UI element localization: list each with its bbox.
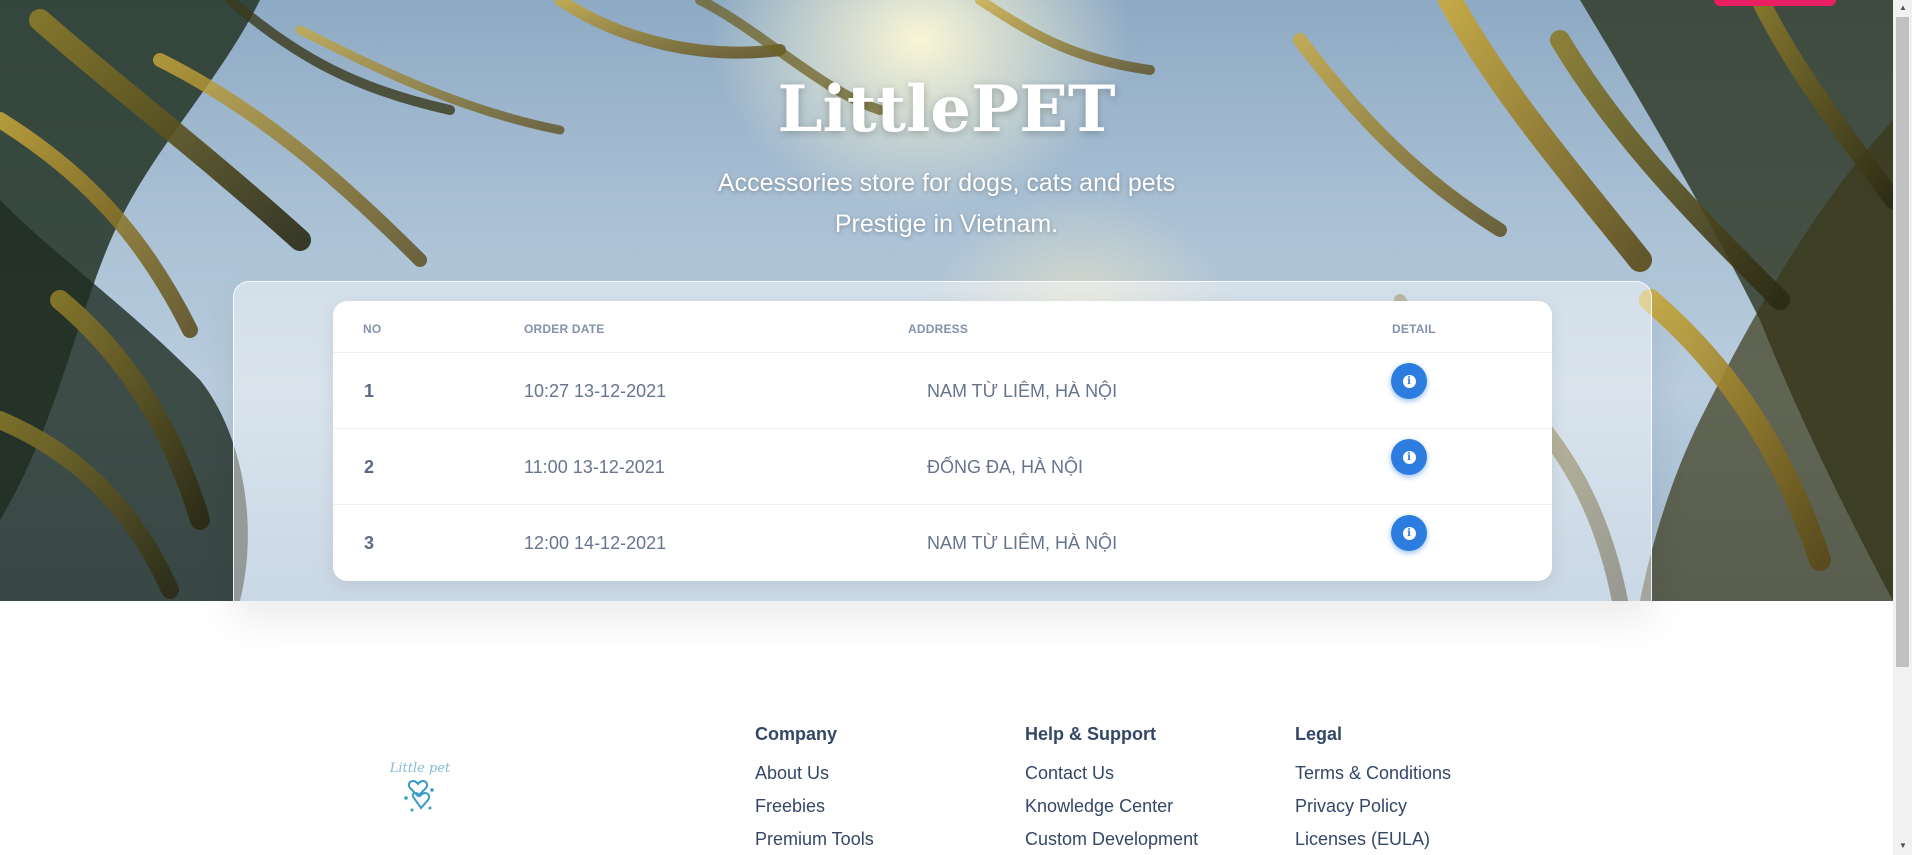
table-row: 2 11:00 13-12-2021 ĐỐNG ĐA, HÀ NỘI i: [333, 429, 1552, 505]
scroll-up-icon[interactable]: ▲: [1899, 3, 1907, 12]
footer-legal: Legal Terms & Conditions Privacy Policy …: [1295, 724, 1451, 855]
logo-text: Little pet: [389, 761, 451, 776]
header-detail: DETAIL: [1392, 322, 1436, 336]
hero-subtitle-line2: Prestige in Vietnam.: [834, 210, 1059, 238]
detail-button[interactable]: i: [1391, 439, 1427, 475]
footer-link-terms[interactable]: Terms & Conditions: [1295, 757, 1451, 790]
footer-link-about-us[interactable]: About Us: [755, 757, 874, 790]
footer-link-knowledge-center[interactable]: Knowledge Center: [1025, 790, 1198, 823]
detail-button[interactable]: i: [1391, 363, 1427, 399]
info-icon: i: [1402, 374, 1416, 388]
table-row: 3 12:00 14-12-2021 NAM TỪ LIÊM, HÀ NỘI i: [333, 505, 1552, 581]
row-order-date: 12:00 14-12-2021: [524, 533, 667, 553]
table-row: 1 10:27 13-12-2021 NAM TỪ LIÊM, HÀ NỘI i: [333, 353, 1552, 429]
footer-company-title: Company: [755, 724, 838, 744]
page-scrollbar[interactable]: ▲ ▼: [1893, 0, 1912, 855]
table-header: NO ORDER DATE ADDRESS DETAIL: [333, 301, 1552, 353]
info-icon: i: [1402, 450, 1416, 464]
footer-help-title: Help & Support: [1025, 724, 1156, 744]
scrollbar-thumb[interactable]: [1896, 17, 1909, 667]
header-order-date: ORDER DATE: [524, 322, 605, 336]
footer-link-licenses[interactable]: Licenses (EULA): [1295, 823, 1451, 855]
footer-link-premium-tools[interactable]: Premium Tools: [755, 823, 874, 855]
hero-subtitle: Accessories store for dogs, cats and pet…: [0, 163, 1893, 245]
footer-company: Company About Us Freebies Premium Tools: [755, 724, 874, 855]
header-address: ADDRESS: [908, 322, 969, 336]
footer-legal-title: Legal: [1295, 724, 1343, 744]
row-order-date: 10:27 13-12-2021: [524, 381, 667, 401]
footer-link-privacy[interactable]: Privacy Policy: [1295, 790, 1451, 823]
footer-help: Help & Support Contact Us Knowledge Cent…: [1025, 724, 1198, 855]
footer-link-contact-us[interactable]: Contact Us: [1025, 757, 1198, 790]
top-right-button[interactable]: [1714, 0, 1836, 6]
footer-link-custom-development[interactable]: Custom Development: [1025, 823, 1198, 855]
row-no: 1: [364, 381, 375, 401]
orders-table: NO ORDER DATE ADDRESS DETAIL 1 10:27 13-…: [333, 301, 1552, 581]
footer-logo[interactable]: Little pet: [388, 758, 452, 822]
footer-link-freebies[interactable]: Freebies: [755, 790, 874, 823]
row-address: NAM TỪ LIÊM, HÀ NỘI: [927, 381, 1118, 401]
hero-subtitle-line1: Accessories store for dogs, cats and pet…: [717, 169, 1176, 197]
row-address: NAM TỪ LIÊM, HÀ NỘI: [927, 533, 1118, 553]
scroll-down-icon[interactable]: ▼: [1899, 841, 1907, 850]
hero-title: LittlePET: [777, 72, 1116, 147]
info-icon: i: [1402, 526, 1416, 540]
row-no: 3: [364, 533, 375, 553]
row-no: 2: [364, 457, 375, 477]
header-no: NO: [363, 322, 382, 336]
row-address: ĐỐNG ĐA, HÀ NỘI: [927, 457, 1084, 477]
row-order-date: 11:00 13-12-2021: [524, 457, 665, 477]
detail-button[interactable]: i: [1391, 515, 1427, 551]
